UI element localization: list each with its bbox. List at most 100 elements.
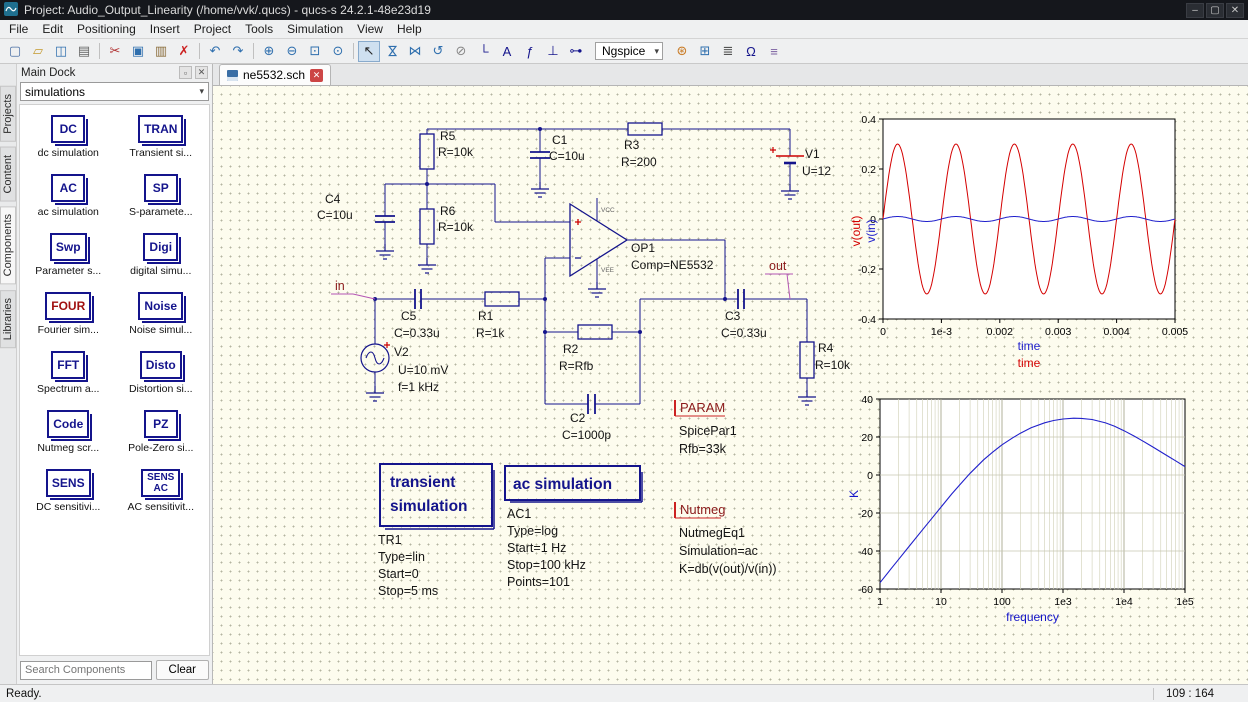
component-r3[interactable]: R3 R=200 <box>621 122 663 169</box>
deactivate-button[interactable]: ⊘ <box>450 41 472 62</box>
component-r5[interactable]: R5 R=10k <box>419 129 474 170</box>
svg-text:time: time <box>1018 356 1041 370</box>
component-item-spectrum-analysis[interactable]: FFT Spectrum a... <box>22 349 115 407</box>
menu-edit[interactable]: Edit <box>35 20 70 38</box>
paste-button[interactable]: ▥ <box>150 41 172 62</box>
maximize-button[interactable]: ▢ <box>1206 2 1224 18</box>
component-item-ac-sensitivity[interactable]: SENS AC AC sensitivit... <box>115 467 208 525</box>
simulator-select[interactable]: Ngspice ▾ <box>595 42 663 60</box>
delete-icon: ✗ <box>178 43 190 58</box>
tab-projects[interactable]: Projects <box>0 86 16 142</box>
copy-button[interactable]: ▣ <box>127 41 149 62</box>
ac-simulation-block[interactable]: ac simulation AC1 Type=log Start=1 Hz St… <box>504 465 643 589</box>
zoom-out-button[interactable]: ⊖ <box>281 41 303 62</box>
component-c1[interactable]: C1 C=10u <box>530 133 585 163</box>
insert-equation-button[interactable]: ƒ <box>519 41 541 62</box>
time-domain-diagram[interactable]: 0.40.20-0.2-0.40 1e-3 0.002 0.003 0.004 0.005… <box>847 103 1197 373</box>
component-v1[interactable]: V1 U=12 <box>770 147 831 178</box>
zoom-in-button[interactable]: ⊕ <box>258 41 280 62</box>
menu-simulation[interactable]: Simulation <box>280 20 350 38</box>
view-data-display-button[interactable]: ⊞ <box>694 41 716 62</box>
component-category-select[interactable]: simulations ▾ <box>20 82 209 101</box>
new-file-button[interactable]: ▢ <box>4 41 26 62</box>
menu-insert[interactable]: Insert <box>143 20 187 38</box>
component-item-dc-simulation[interactable]: DC dc simulation <box>22 113 115 171</box>
cut-button[interactable]: ✂ <box>104 41 126 62</box>
window-title: Project: Audio_Output_Linearity (/home/v… <box>24 3 431 17</box>
transient-simulation-symbol: TRAN <box>138 115 187 146</box>
clear-search-button[interactable]: Clear <box>155 660 209 680</box>
node-label-in[interactable]: in <box>331 279 376 300</box>
component-item-dc-sensitivity[interactable]: SENS DC sensitivi... <box>22 467 115 525</box>
tab-libraries[interactable]: Libraries <box>0 289 16 348</box>
component-r6[interactable]: R6 R=10k <box>419 204 474 245</box>
node-label-out[interactable]: out <box>765 259 793 300</box>
zoom-fit-button[interactable]: ⊡ <box>304 41 326 62</box>
frequency-response-diagram[interactable]: 40 20 0 -20 -40 -60 1 10 100 1e3 1e4 1e5 frequency K <box>844 385 1204 635</box>
insert-wire-button[interactable]: └ <box>473 41 495 62</box>
tab-content[interactable]: Content <box>0 146 16 202</box>
search-components-input[interactable] <box>20 660 152 680</box>
component-item-nutmeg-script[interactable]: Code Nutmeg scr... <box>22 408 115 466</box>
parameter-sweep-symbol: Swp <box>49 233 90 264</box>
tab-ne5532-sch[interactable]: ne5532.sch ✕ <box>219 64 332 85</box>
menu-positioning[interactable]: Positioning <box>70 20 143 38</box>
delete-button[interactable]: ✗ <box>173 41 195 62</box>
svg-text:V1: V1 <box>805 147 820 161</box>
save-file-button[interactable]: ◫ <box>50 41 72 62</box>
menu-file[interactable]: File <box>2 20 35 38</box>
dock-close-button[interactable]: ✕ <box>195 66 208 79</box>
mirror-about-x-button[interactable]: ⋈ <box>381 41 403 62</box>
component-c4[interactable]: C4 C=10u <box>317 192 395 223</box>
redo-button[interactable]: ↷ <box>227 41 249 62</box>
param-block[interactable]: PARAM SpicePar1 Rfb=33k <box>674 400 737 456</box>
schematic-canvas[interactable]: R5 R=10k R6 R=10k R3 R=200 C1 C=10u C4 C… <box>213 86 1248 684</box>
svg-text:0: 0 <box>867 470 873 482</box>
menu-view[interactable]: View <box>350 20 390 38</box>
component-item-noise-simulation[interactable]: Noise Noise simul... <box>115 290 208 348</box>
insert-ground-button[interactable]: ⊥ <box>542 41 564 62</box>
print-button[interactable]: ▤ <box>73 41 95 62</box>
svg-text:K=db(v(out)/v(in)): K=db(v(out)/v(in)) <box>679 562 777 576</box>
open-file-button[interactable]: ▱ <box>27 41 49 62</box>
component-item-transient-simulation[interactable]: TRAN Transient si... <box>115 113 208 171</box>
menu-help[interactable]: Help <box>390 20 429 38</box>
component-c2[interactable]: C2 C=1000p <box>562 394 611 442</box>
component-item-ac-simulation[interactable]: AC ac simulation <box>22 172 115 230</box>
component-item-digital-simulation[interactable]: Digi digital simu... <box>115 231 208 289</box>
menu-tools[interactable]: Tools <box>238 20 280 38</box>
component-item-pole-zero-simulation[interactable]: PZ Pole-Zero si... <box>115 408 208 466</box>
zoom-1-1-button[interactable]: ⊙ <box>327 41 349 62</box>
mirror-about-y-icon: ⋈ <box>408 43 422 58</box>
menu-project[interactable]: Project <box>187 20 238 38</box>
svg-text:-40: -40 <box>858 546 873 558</box>
rotate-ccw-button[interactable]: ↺ <box>427 41 449 62</box>
tune-mode-button[interactable]: ≡ <box>763 41 785 62</box>
svg-text:Start=0: Start=0 <box>378 567 419 581</box>
undo-button[interactable]: ↶ <box>204 41 226 62</box>
component-item-fourier-simulation[interactable]: FOUR Fourier sim... <box>22 290 115 348</box>
insert-port-button[interactable]: ⊶ <box>565 41 587 62</box>
component-item-distortion-simulation[interactable]: Disto Distortion si... <box>115 349 208 407</box>
component-item-s-parameter-simulation[interactable]: SP S-paramete... <box>115 172 208 230</box>
calculate-dc-bias-button[interactable]: Ω <box>740 41 762 62</box>
document-tab-label: ne5532.sch <box>243 68 306 82</box>
close-button[interactable]: ✕ <box>1226 2 1244 18</box>
tab-components[interactable]: Components <box>0 206 16 285</box>
component-c3[interactable]: C3 C=0.33u <box>721 289 767 340</box>
simulation-settings-button[interactable]: ≣ <box>717 41 739 62</box>
nutmeg-block[interactable]: Nutmeg NutmegEq1 Simulation=ac K=db(v(ou… <box>674 502 777 576</box>
select-pointer-button[interactable]: ↖ <box>358 40 380 62</box>
dock-float-button[interactable]: ▫ <box>179 66 192 79</box>
component-v2[interactable]: V2 U=10 mV f=1 kHz <box>360 342 448 394</box>
insert-node-label-button[interactable]: A <box>496 41 518 62</box>
component-r4[interactable]: R4 R=10k <box>799 341 851 379</box>
component-item-parameter-sweep[interactable]: Swp Parameter s... <box>22 231 115 289</box>
simulate-button[interactable]: ⊛ <box>671 41 693 62</box>
close-tab-icon[interactable]: ✕ <box>310 68 324 82</box>
minimize-button[interactable]: – <box>1186 2 1204 18</box>
transient-simulation-block[interactable]: transient simulation TR1 Type=lin Start=… <box>378 463 495 598</box>
svg-text:simulation: simulation <box>390 498 468 515</box>
mirror-about-y-button[interactable]: ⋈ <box>404 41 426 62</box>
component-c5[interactable]: C5 C=0.33u <box>394 289 440 340</box>
